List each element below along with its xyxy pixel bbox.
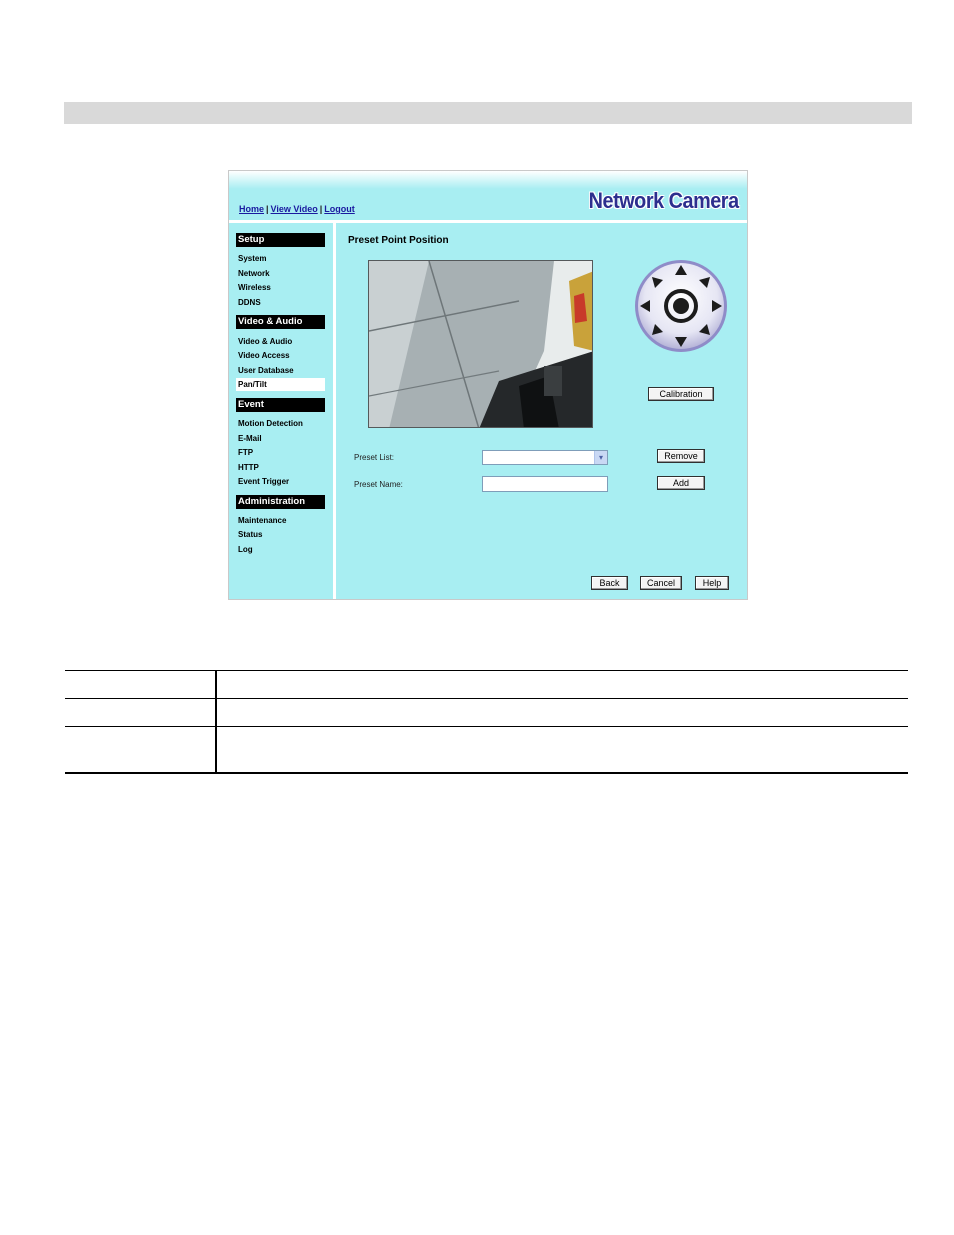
calibration-button[interactable]: Calibration xyxy=(648,387,714,401)
sidebar-item-network[interactable]: Network xyxy=(238,269,270,278)
sidebar-item-ftp[interactable]: FTP xyxy=(238,448,253,457)
remove-button[interactable]: Remove xyxy=(657,449,705,463)
table-row xyxy=(65,670,908,699)
preset-name-input[interactable] xyxy=(482,476,608,492)
ptz-control-icon[interactable] xyxy=(633,258,729,354)
sidebar-item-video-audio[interactable]: Video & Audio xyxy=(238,337,292,346)
sidebar-item-user-database[interactable]: User Database xyxy=(238,366,294,375)
document-heading-bar xyxy=(64,102,912,124)
description-table xyxy=(65,670,908,774)
sidebar-item-status[interactable]: Status xyxy=(238,530,262,539)
camera-feed-image xyxy=(369,261,592,427)
top-links: Home | View Video | Logout xyxy=(239,204,355,214)
sidebar-item-motion-detection[interactable]: Motion Detection xyxy=(238,419,303,428)
camera-web-ui-screenshot: Home | View Video | Logout Network Camera Se… xyxy=(228,170,748,600)
page-title: Preset Point Position xyxy=(348,235,449,246)
chevron-down-icon[interactable]: ▾ xyxy=(594,451,607,464)
view-video-link[interactable]: View Video xyxy=(271,204,318,214)
preset-list-label: Preset List: xyxy=(354,453,395,462)
sidebar-item-event-trigger[interactable]: Event Trigger xyxy=(238,477,289,486)
sidebar-item-video-access[interactable]: Video Access xyxy=(238,351,290,360)
sidebar-item-email[interactable]: E-Mail xyxy=(238,434,262,443)
header-divider xyxy=(229,220,747,223)
live-video-view xyxy=(368,260,593,428)
add-button[interactable]: Add xyxy=(657,476,705,490)
sidebar-item-http[interactable]: HTTP xyxy=(238,463,259,472)
brand-logo: Network Camera xyxy=(589,188,739,213)
sidebar-item-pan-tilt[interactable]: Pan/Tilt xyxy=(236,378,325,391)
sidebar-item-wireless[interactable]: Wireless xyxy=(238,283,271,292)
sidebar-item-ddns[interactable]: DDNS xyxy=(238,298,261,307)
sidebar-divider xyxy=(333,223,336,599)
sidebar-item-system[interactable]: System xyxy=(238,254,266,263)
preset-list-select[interactable]: ▾ xyxy=(482,450,608,465)
table-row xyxy=(65,726,908,774)
home-link[interactable]: Home xyxy=(239,204,264,214)
sidebar-section-administration: Administration xyxy=(236,495,325,509)
logout-link[interactable]: Logout xyxy=(324,204,355,214)
sidebar-section-setup: Setup xyxy=(236,233,325,247)
back-button[interactable]: Back xyxy=(591,576,628,590)
preset-name-label: Preset Name: xyxy=(354,480,403,489)
header: Home | View Video | Logout Network Camera xyxy=(229,171,747,221)
sidebar-section-video-audio: Video & Audio xyxy=(236,315,325,329)
sidebar-item-maintenance[interactable]: Maintenance xyxy=(238,516,286,525)
cancel-button[interactable]: Cancel xyxy=(640,576,682,590)
sidebar-item-log[interactable]: Log xyxy=(238,545,253,554)
sidebar-section-event: Event xyxy=(236,398,325,412)
table-row xyxy=(65,698,908,727)
help-button[interactable]: Help xyxy=(695,576,729,590)
